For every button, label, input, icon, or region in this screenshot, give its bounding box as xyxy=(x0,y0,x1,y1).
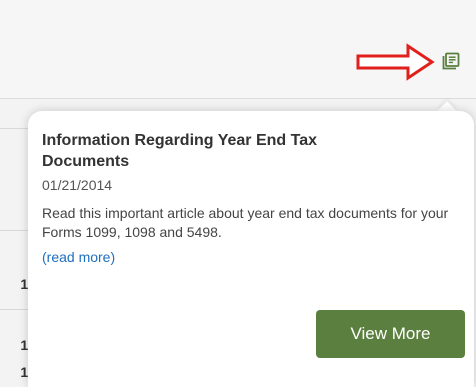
newspaper-icon xyxy=(442,52,460,75)
top-bar-divider xyxy=(0,98,476,99)
article-date: 01/21/2014 xyxy=(42,177,113,193)
read-more-link[interactable]: (read more) xyxy=(42,248,462,267)
news-popover: Information Regarding Year End Tax Docum… xyxy=(28,111,474,387)
article-title: Information Regarding Year End Tax Docum… xyxy=(42,132,318,170)
view-more-button[interactable]: View More xyxy=(316,310,465,358)
article-summary: Read this important article about year e… xyxy=(42,205,449,240)
news-toggle-button[interactable] xyxy=(440,52,462,74)
annotation-arrow-icon xyxy=(356,41,436,81)
news-article: Information Regarding Year End Tax Docum… xyxy=(42,130,462,267)
